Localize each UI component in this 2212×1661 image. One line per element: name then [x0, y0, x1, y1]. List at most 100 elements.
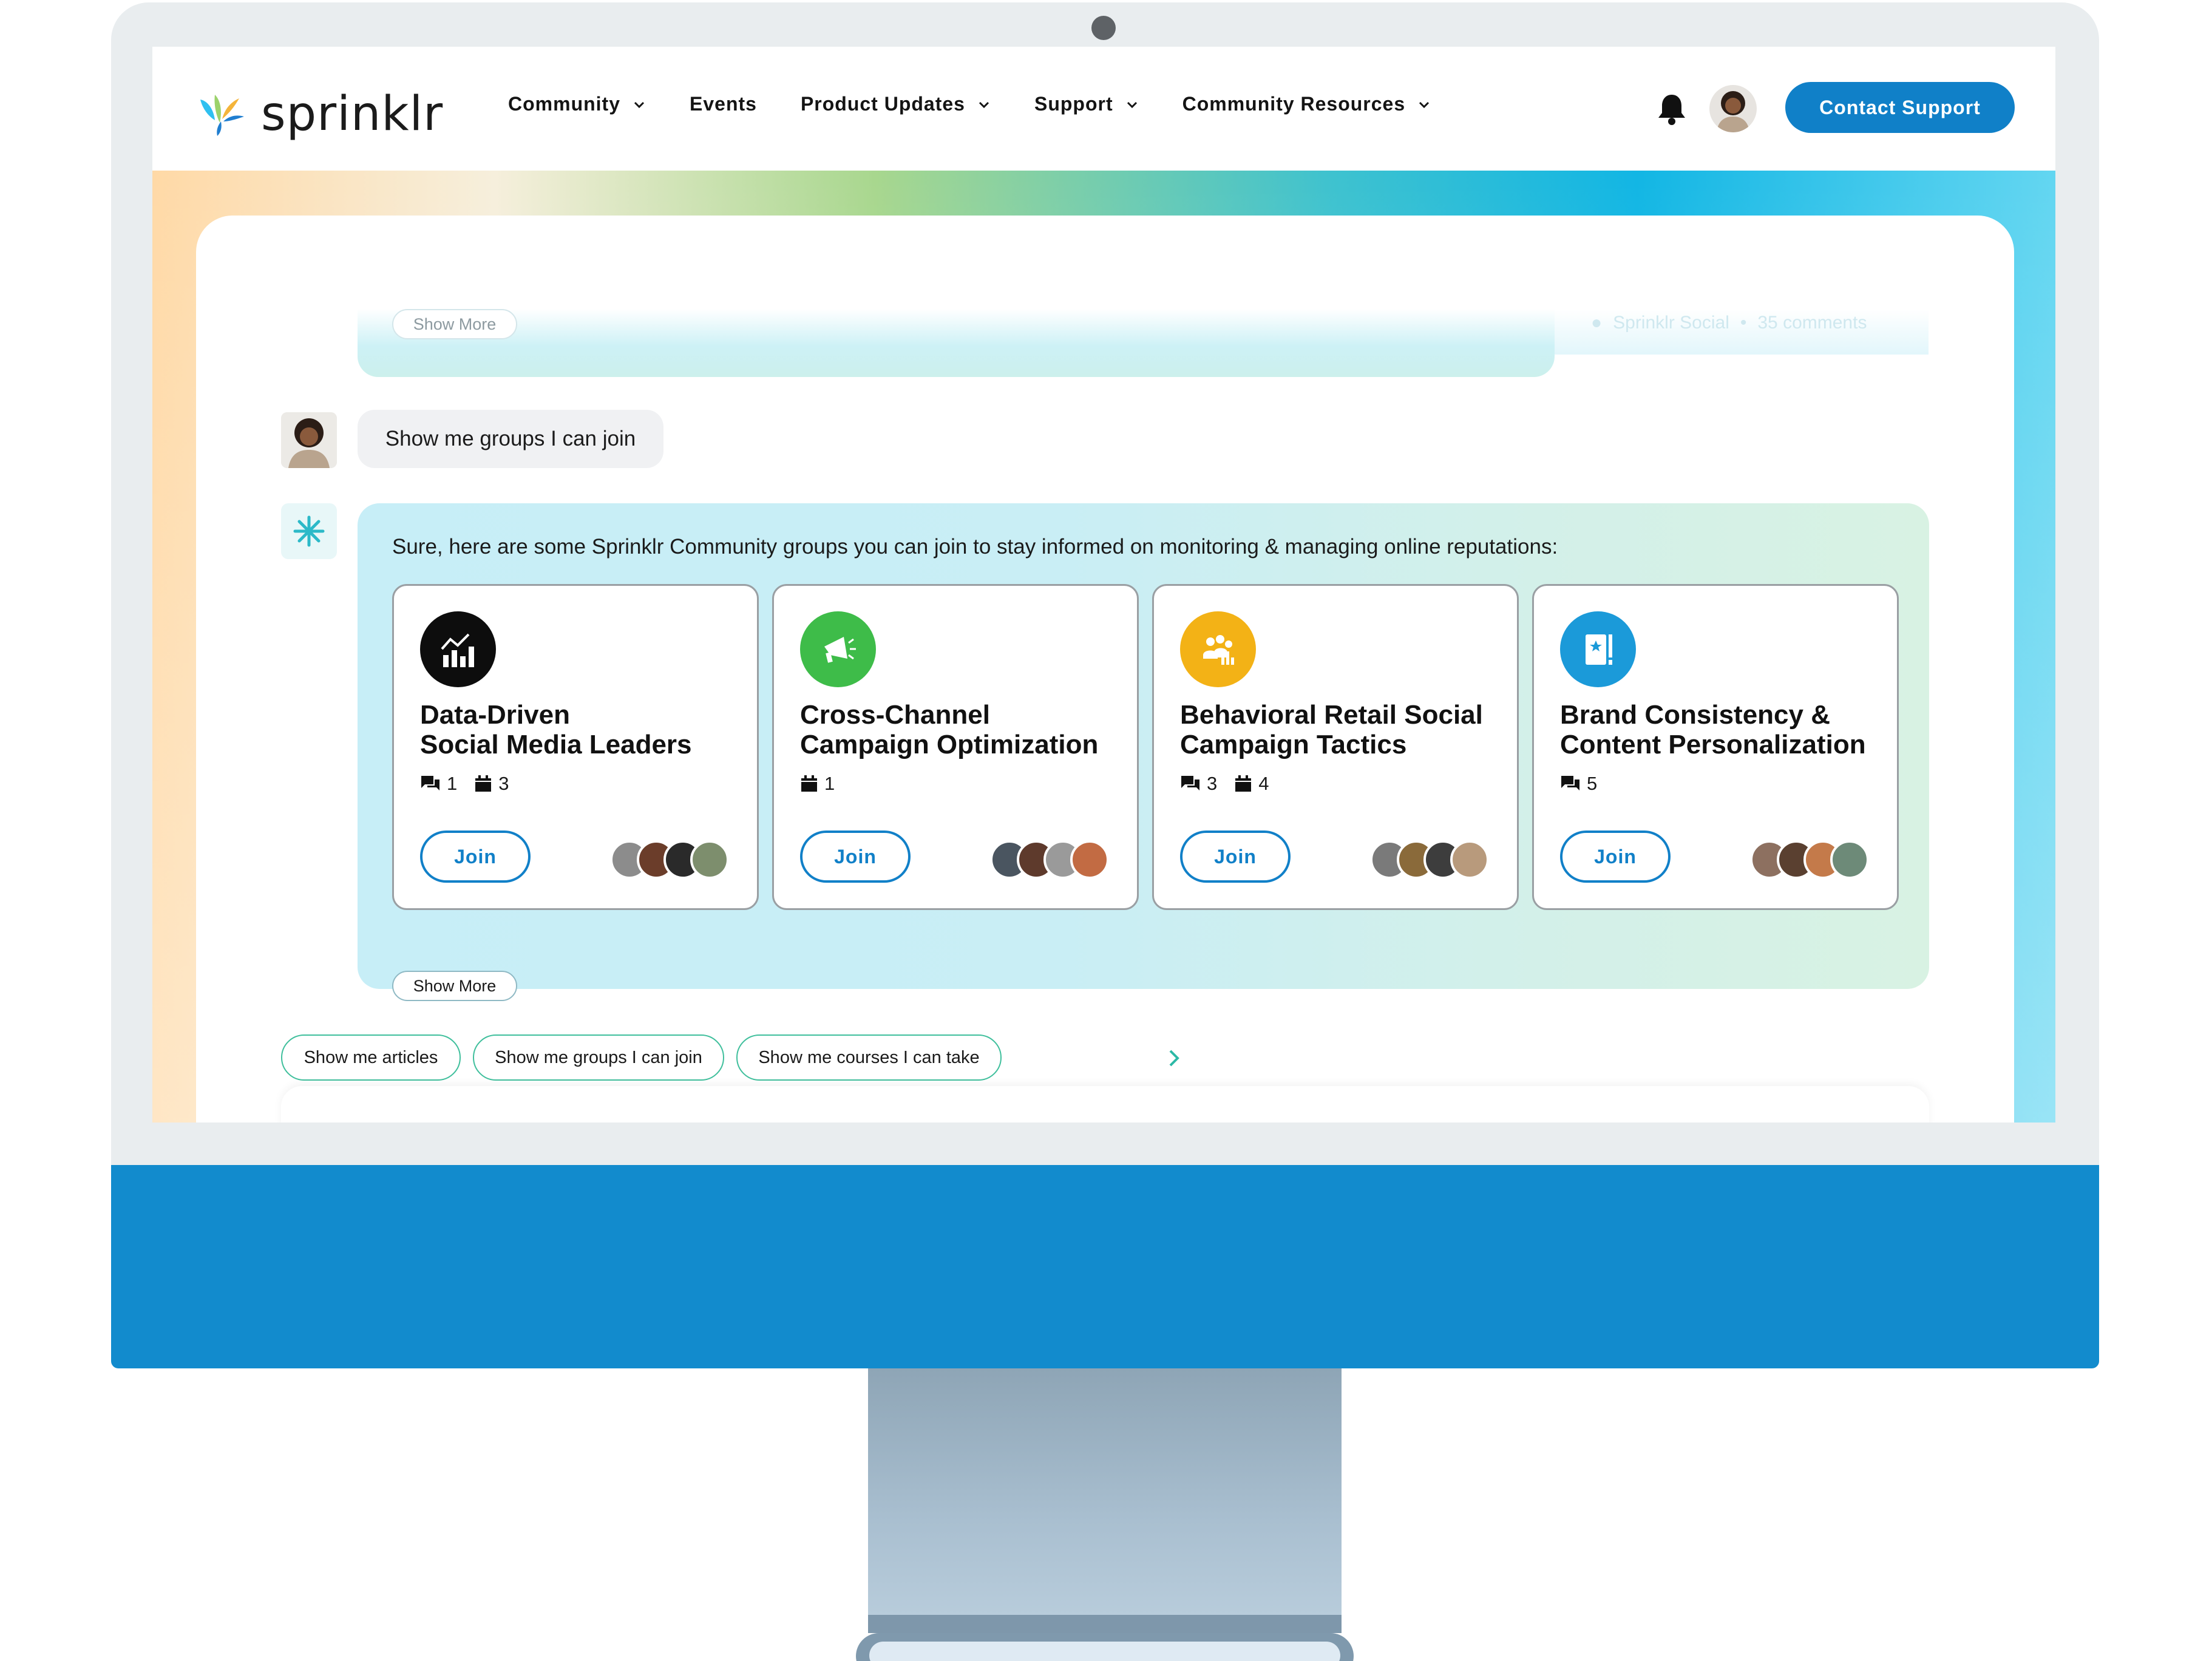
join-button[interactable]: Join [1180, 831, 1291, 883]
nav-events[interactable]: Events [690, 93, 757, 115]
discussions-stat: 1 [420, 773, 457, 795]
assistant-message: Sure, here are some Sprinklr Community g… [358, 503, 1929, 1001]
chevron-right-icon[interactable] [1163, 1047, 1185, 1069]
member-avatar [1830, 840, 1869, 879]
monitor-stand-band [868, 1615, 1342, 1633]
chat-input-area[interactable] [281, 1086, 1929, 1123]
group-stats: 3 4 [1180, 773, 1286, 795]
suggestion-chip-groups[interactable]: Show me groups I can join [473, 1034, 724, 1081]
member-avatar [1070, 840, 1109, 879]
nav-label: Community [508, 93, 620, 115]
sprinklr-logo[interactable]: sprinklr [197, 87, 443, 141]
group-card[interactable]: Brand Consistency & Content Personalizat… [1532, 584, 1899, 910]
member-avatars [990, 840, 1109, 879]
chevron-down-icon [1127, 101, 1137, 108]
discussions-count: 1 [447, 773, 458, 794]
group-title-line: Brand Consistency & [1560, 700, 1830, 730]
events-stat: 3 [474, 773, 509, 795]
meta-source: Sprinklr Social [1613, 313, 1729, 333]
analytics-chart-icon [420, 611, 496, 687]
avatar[interactable] [1709, 85, 1757, 132]
join-button[interactable]: Join [1560, 831, 1671, 883]
group-stats: 5 [1560, 773, 1614, 795]
member-avatars [1370, 840, 1489, 879]
chevron-down-icon [1419, 101, 1430, 108]
megaphone-icon [800, 611, 876, 687]
nav-label: Support [1034, 93, 1113, 115]
events-count: 3 [498, 773, 509, 794]
chat-bubbles-icon [421, 776, 439, 790]
nav-support[interactable]: Support [1034, 93, 1139, 115]
join-button[interactable]: Join [420, 831, 531, 883]
join-button[interactable]: Join [800, 831, 911, 883]
discussions-stat: 3 [1180, 773, 1217, 795]
member-avatar [690, 840, 729, 879]
bell-icon[interactable] [1655, 91, 1689, 126]
group-title-line: Campaign Optimization [800, 730, 1099, 759]
people-group-icon [1180, 611, 1256, 687]
nav-community-resources[interactable]: Community Resources [1182, 93, 1431, 115]
group-title-line: Social Media Leaders [420, 730, 692, 759]
group-stats: 1 3 [420, 773, 526, 795]
group-card[interactable]: Cross-Channel Campaign Optimization 1 Jo… [772, 584, 1139, 910]
events-stat: 4 [1234, 773, 1269, 795]
avatar-image [1709, 85, 1757, 132]
nav-product-updates[interactable]: Product Updates [801, 93, 991, 115]
events-count: 1 [824, 773, 835, 794]
discussions-stat: 5 [1560, 773, 1597, 795]
group-title-line: Content Personalization [1560, 730, 1866, 759]
previous-bot-message [358, 309, 1555, 377]
assistant-avatar [281, 503, 337, 559]
user-icon: ● [1591, 313, 1603, 333]
suggestion-chip-articles[interactable]: Show me articles [281, 1034, 461, 1081]
avatar-image [281, 412, 337, 468]
camera-dot [1091, 16, 1116, 40]
group-title[interactable]: Data-Driven Social Media Leaders [420, 700, 748, 759]
asterisk-icon [293, 515, 325, 547]
calendar-icon [801, 775, 817, 792]
monitor-stand [868, 1368, 1342, 1623]
user-message: Show me groups I can join [358, 410, 663, 468]
group-title[interactable]: Behavioral Retail Social Campaign Tactic… [1180, 700, 1508, 759]
group-stats: 1 [800, 773, 852, 795]
user-message-avatar [281, 412, 337, 468]
previous-message-meta: ● Sprinklr Social • 35 comments [1591, 313, 1867, 333]
show-more-button[interactable]: Show More [392, 309, 517, 339]
group-title[interactable]: Brand Consistency & Content Personalizat… [1560, 700, 1888, 759]
nav-label: Community Resources [1182, 93, 1406, 115]
monitor-chin [111, 1165, 2099, 1368]
chat-bubbles-icon [1181, 776, 1199, 790]
events-stat: 1 [800, 773, 835, 795]
nav-label: Product Updates [800, 93, 965, 115]
group-title-line: Data-Driven [420, 700, 570, 730]
meta-separator: • [1740, 313, 1747, 333]
group-title[interactable]: Cross-Channel Campaign Optimization [800, 700, 1128, 759]
site-header: sprinklr Community Events Product Update… [152, 47, 2055, 171]
assistant-message-text: Sure, here are some Sprinklr Community g… [392, 535, 1558, 559]
screen: sprinklr Community Events Product Update… [152, 47, 2055, 1123]
group-card[interactable]: Behavioral Retail Social Campaign Tactic… [1152, 584, 1519, 910]
sprinklr-logo-icon [200, 95, 244, 136]
group-title-line: Behavioral Retail Social [1180, 700, 1483, 730]
chevron-down-icon [634, 101, 645, 108]
suggestion-chip-courses[interactable]: Show me courses I can take [736, 1034, 1002, 1081]
contact-support-button[interactable]: Contact Support [1785, 82, 2015, 133]
discussions-count: 5 [1587, 773, 1598, 794]
group-title-line: Cross-Channel [800, 700, 990, 730]
member-avatars [1750, 840, 1869, 879]
show-more-button[interactable]: Show More [392, 971, 517, 1001]
group-card[interactable]: Data-Driven Social Media Leaders 1 3 Joi… [392, 584, 759, 910]
calendar-icon [475, 775, 492, 792]
nav-label: Events [690, 93, 757, 115]
member-avatar [1450, 840, 1489, 879]
chevron-down-icon [979, 101, 989, 108]
nav-community[interactable]: Community [508, 93, 646, 115]
monitor-stand-foot [856, 1633, 1354, 1661]
group-title-line: Campaign Tactics [1180, 730, 1407, 759]
meta-comments: 35 comments [1757, 313, 1867, 333]
calendar-icon [1235, 775, 1252, 792]
logo-wordmark: sprinklr [261, 87, 444, 141]
brand-book-icon [1560, 611, 1636, 687]
main-nav: Community Events Product Updates Support… [508, 93, 1474, 115]
member-avatars [610, 840, 729, 879]
